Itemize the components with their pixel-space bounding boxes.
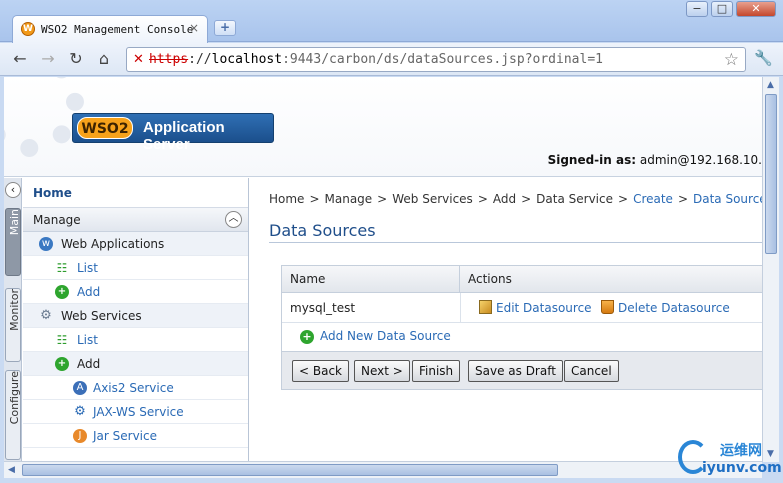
tab-title: WSO2 Management Console	[41, 23, 194, 36]
edit-datasource-link[interactable]: Edit Datasource	[479, 300, 592, 315]
row-actions: Edit Datasource Delete Datasource	[460, 293, 762, 323]
back-arrow-icon[interactable]: ←	[10, 49, 30, 69]
breadcrumb-home[interactable]: Home	[269, 192, 304, 206]
vertical-scrollbar[interactable]: ▲ ▼	[762, 77, 779, 462]
menu-item-ws-list[interactable]: ☷ List	[23, 328, 248, 352]
save-as-draft-button[interactable]: Save as Draft	[468, 360, 563, 382]
address-bar[interactable]: ✕ https://localhost:9443/carbon/ds/dataS…	[126, 47, 746, 72]
list-icon: ☷	[55, 333, 69, 347]
breadcrumb-data-sources[interactable]: Data Sources	[693, 192, 762, 206]
insecure-lock-icon: ✕	[133, 52, 144, 67]
datasource-name: mysql_test	[290, 301, 356, 315]
main-content: Home > Manage > Web Services > Add > Data Servic…	[250, 178, 762, 461]
tab-monitor[interactable]: Monitor	[5, 288, 21, 362]
collapse-section-icon[interactable]: ︿	[225, 211, 242, 228]
breadcrumb-web-services[interactable]: Web Services	[392, 192, 473, 206]
gear-icon: ⚙	[40, 308, 52, 323]
vertical-scroll-thumb[interactable]	[765, 94, 777, 254]
delete-datasource-link[interactable]: Delete Datasource	[601, 300, 730, 315]
back-button[interactable]: < Back	[292, 360, 350, 382]
menu-item-webapp-add[interactable]: + Add	[23, 280, 248, 304]
wso2-logo: WSO2 Application Server	[72, 113, 274, 153]
header-banner: WSO2 Application Server Signed-in as: ad…	[4, 77, 762, 177]
jaxws-service-icon: ⚙	[74, 404, 86, 419]
breadcrumb-add[interactable]: Add	[493, 192, 516, 206]
watermark-top-text: 运维网	[720, 443, 762, 459]
window-titlebar: W WSO2 Management Console × + − □ ✕	[0, 0, 783, 43]
minimize-button[interactable]: −	[686, 1, 708, 17]
add-new-datasource-row[interactable]: + Add New Data Source	[282, 323, 762, 351]
menu-item-web-services[interactable]: ⚙ Web Services	[23, 304, 248, 328]
maximize-button[interactable]: □	[711, 1, 733, 17]
menu-item-webapp-list[interactable]: ☷ List	[23, 256, 248, 280]
browser-tab[interactable]: W WSO2 Management Console ×	[12, 15, 208, 43]
menu-item-ws-add[interactable]: + Add	[23, 352, 248, 376]
horizontal-scrollbar[interactable]: ◀	[4, 461, 762, 478]
forward-arrow-icon[interactable]: →	[38, 49, 58, 69]
site-watermark: 运维网 iyunv.com	[672, 438, 782, 480]
jar-service-icon: J	[73, 429, 87, 443]
add-new-datasource-link[interactable]: Add New Data Source	[320, 329, 451, 343]
data-sources-table: Name Actions mysql_test Edit Datasource …	[281, 265, 762, 390]
web-page: WSO2 Application Server Signed-in as: ad…	[4, 77, 762, 461]
left-rail: ‹ Main Monitor Configure	[4, 178, 22, 461]
trash-icon	[601, 300, 614, 314]
breadcrumb-data-service[interactable]: Data Service	[536, 192, 613, 206]
scroll-left-icon[interactable]: ◀	[8, 465, 15, 475]
scroll-up-icon[interactable]: ▲	[767, 80, 774, 90]
title-divider	[269, 242, 762, 243]
url-text: https://localhost:9443/carbon/ds/dataSou…	[149, 52, 603, 67]
add-icon: +	[300, 330, 314, 344]
column-header-actions: Actions	[468, 272, 512, 286]
add-icon: +	[55, 285, 69, 299]
bookmark-star-icon[interactable]: ☆	[724, 50, 739, 70]
list-icon: ☷	[55, 261, 69, 275]
wrench-menu-icon[interactable]: 🔧	[754, 49, 773, 67]
side-menu: Home Manage ︿ w Web Applications ☷ List …	[23, 178, 249, 461]
browser-toolbar: ← → ↻ ⌂ ✕ https://localhost:9443/carbon/…	[0, 43, 783, 76]
breadcrumb-create[interactable]: Create	[633, 192, 673, 206]
tab-close-icon[interactable]: ×	[189, 21, 199, 35]
page-title: Data Sources	[269, 221, 376, 240]
breadcrumb-manage[interactable]: Manage	[325, 192, 373, 206]
collapse-menu-icon[interactable]: ‹	[5, 182, 21, 198]
wso2-favicon-icon: W	[21, 22, 35, 36]
tab-main[interactable]: Main	[5, 208, 21, 276]
menu-section-manage[interactable]: Manage ︿	[23, 208, 248, 232]
wizard-button-bar: < Back Next > Finish Save as Draft Cance…	[282, 351, 762, 389]
menu-item-jar-service[interactable]: J Jar Service	[23, 424, 248, 448]
edit-icon	[479, 300, 492, 314]
breadcrumb: Home > Manage > Web Services > Add > Data Servic…	[269, 192, 762, 206]
tab-configure[interactable]: Configure	[5, 370, 21, 460]
table-header: Name Actions	[282, 266, 762, 293]
menu-item-axis2-service[interactable]: A Axis2 Service	[23, 376, 248, 400]
column-header-name: Name	[282, 266, 460, 293]
add-icon: +	[55, 357, 69, 371]
reload-icon[interactable]: ↻	[66, 49, 86, 69]
window-close-button[interactable]: ✕	[736, 1, 776, 17]
watermark-bottom-text: iyunv.com	[702, 460, 782, 476]
next-button[interactable]: Next >	[354, 360, 410, 382]
logo-text: Application Server	[143, 119, 225, 153]
menu-item-web-applications[interactable]: w Web Applications	[23, 232, 248, 256]
horizontal-scroll-thumb[interactable]	[22, 464, 558, 476]
menu-item-jaxws-service[interactable]: ⚙ JAX-WS Service	[23, 400, 248, 424]
web-applications-icon: w	[39, 237, 53, 251]
home-icon[interactable]: ⌂	[94, 49, 114, 69]
cancel-button[interactable]: Cancel	[564, 360, 619, 382]
logo-mark: WSO2	[77, 117, 133, 139]
signed-in-info: Signed-in as: admin@192.168.10.	[547, 153, 762, 167]
axis2-service-icon: A	[73, 381, 87, 395]
new-tab-button[interactable]: +	[214, 20, 236, 36]
finish-button[interactable]: Finish	[412, 360, 461, 382]
signed-in-user: admin@192.168.10.	[639, 153, 762, 167]
menu-home-link[interactable]: Home	[23, 178, 248, 208]
table-row: mysql_test Edit Datasource Delete Dataso…	[282, 293, 762, 323]
